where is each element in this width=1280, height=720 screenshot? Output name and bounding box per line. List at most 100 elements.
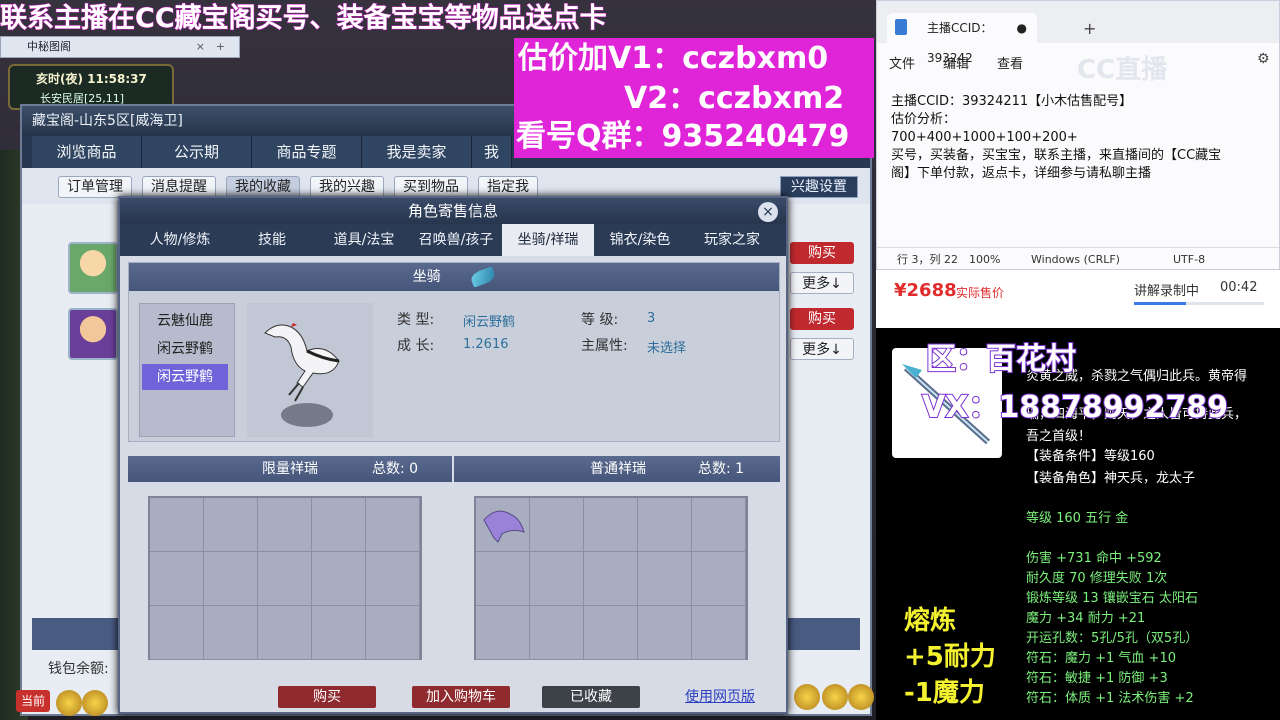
browser-tab[interactable]: 中秘图阁 × +: [0, 36, 240, 58]
emote-icon[interactable]: [56, 690, 82, 716]
menu-icon[interactable]: [848, 684, 874, 710]
avatar[interactable]: [68, 308, 118, 360]
dot-icon[interactable]: ●: [1017, 13, 1027, 43]
slot-cell[interactable]: [366, 552, 420, 606]
slot-cell[interactable]: [638, 552, 692, 606]
subtab-assigned[interactable]: 指定我: [478, 176, 538, 198]
current-channel-button[interactable]: 当前: [16, 690, 50, 712]
buy-button[interactable]: 购买: [790, 308, 854, 330]
tab-mine[interactable]: 我: [472, 136, 512, 168]
slot-cell[interactable]: [366, 498, 420, 552]
slot-cell[interactable]: [530, 606, 584, 660]
slot-cell[interactable]: [476, 498, 530, 552]
slot-cell[interactable]: [312, 552, 366, 606]
menu-file[interactable]: 文件: [889, 53, 915, 72]
tab-home[interactable]: 玩家之家: [686, 224, 778, 256]
main-attr-label: 主属性:: [581, 338, 628, 354]
slot-cell[interactable]: [258, 606, 312, 660]
subtab-messages[interactable]: 消息提醒: [142, 176, 216, 198]
new-tab-icon[interactable]: +: [1083, 19, 1096, 38]
melt-stat: +5耐力: [904, 642, 996, 672]
price-label: 实际售价: [956, 286, 1005, 300]
slot-cell[interactable]: [692, 498, 746, 552]
mount-item[interactable]: 云魅仙鹿: [142, 308, 228, 334]
slot-cell[interactable]: [530, 498, 584, 552]
mount-list: 云魅仙鹿 闲云野鹤 闲云野鹤: [139, 303, 235, 437]
slot-cell[interactable]: [638, 606, 692, 660]
record-label: 讲解录制中: [1134, 284, 1200, 299]
level-value: 3: [647, 311, 656, 326]
role-info-modal: 角色寄售信息 × 人物/修炼 技能 道具/法宝 召唤兽/孩子 坐骑/祥瑞 锦衣/…: [118, 196, 788, 714]
tab-mounts[interactable]: 坐骑/祥瑞: [502, 224, 594, 256]
stat-line: 魔力 +34 耐力 +21: [1026, 611, 1146, 626]
menu-icon[interactable]: [822, 684, 848, 710]
menu-edit[interactable]: 编辑: [943, 53, 969, 72]
record-progress-fill: [1134, 302, 1186, 305]
slot-cell[interactable]: [150, 498, 204, 552]
tab-topics[interactable]: 商品专题: [252, 136, 362, 168]
slot-cell[interactable]: [258, 552, 312, 606]
mount-item[interactable]: 闲云野鹤: [142, 336, 228, 362]
more-button[interactable]: 更多↓: [790, 338, 854, 360]
slot-cell[interactable]: [692, 552, 746, 606]
avatar[interactable]: [68, 242, 118, 294]
slot-cell[interactable]: [204, 498, 258, 552]
mount-item[interactable]: 闲云野鹤: [142, 364, 228, 390]
tab-skills[interactable]: 技能: [226, 224, 318, 256]
interest-settings-button[interactable]: 兴趣设置: [780, 176, 858, 198]
melt-stat: -1魔力: [904, 678, 985, 708]
tab-character[interactable]: 人物/修炼: [134, 224, 226, 256]
slot-cell[interactable]: [692, 606, 746, 660]
tab-items[interactable]: 道具/法宝: [318, 224, 410, 256]
stat-line: 符石：体质 +1 法术伤害 +2: [1026, 691, 1194, 706]
menu-icon[interactable]: [794, 684, 820, 710]
more-button[interactable]: 更多↓: [790, 272, 854, 294]
stat-line: 耐久度 70 修理失败 1次: [1026, 571, 1168, 586]
slot-cell[interactable]: [258, 498, 312, 552]
smile-icon[interactable]: [82, 690, 108, 716]
tab-label: 中秘图阁: [27, 40, 71, 53]
notepad-body[interactable]: 主播CCID：39324211【小木估售配号】 估价分析： 700+400+10…: [891, 93, 1271, 183]
slot-cell[interactable]: [204, 552, 258, 606]
use-web-link[interactable]: 使用网页版: [680, 686, 760, 708]
slot-cell[interactable]: [204, 606, 258, 660]
slot-cell[interactable]: [312, 606, 366, 660]
contact-line-1: 估价加V1：cczbxm0: [518, 41, 829, 76]
tab-close-icon[interactable]: ×: [196, 37, 205, 57]
tab-seller[interactable]: 我是卖家: [362, 136, 472, 168]
game-window: 中秘图阁 × + 亥时(夜) 11:58:37 长安民居[25,11] 藏宝阁-…: [0, 0, 876, 720]
new-tab-icon[interactable]: +: [216, 37, 225, 57]
slot-cell[interactable]: [584, 606, 638, 660]
add-to-cart-button[interactable]: 加入购物车: [412, 686, 510, 708]
gear-icon[interactable]: ⚙: [1257, 51, 1270, 67]
price-strip: ¥2688 实际售价 讲解录制中 00:42: [876, 270, 1280, 328]
slot-cell[interactable]: [476, 606, 530, 660]
slot-cell[interactable]: [150, 606, 204, 660]
slot-cell[interactable]: [476, 552, 530, 606]
menu-view[interactable]: 查看: [997, 53, 1023, 72]
buy-button[interactable]: 购买: [278, 686, 376, 708]
slot-cell[interactable]: [150, 552, 204, 606]
slot-cell[interactable]: [584, 552, 638, 606]
tab-outfits[interactable]: 锦衣/染色: [594, 224, 686, 256]
subtab-favorites[interactable]: 我的收藏: [226, 176, 300, 198]
slot-cell[interactable]: [584, 498, 638, 552]
subtab-bought[interactable]: 买到物品: [394, 176, 468, 198]
tab-public[interactable]: 公示期: [142, 136, 252, 168]
contact-line-2: V2：cczbxm2: [624, 81, 845, 116]
buy-button[interactable]: 购买: [790, 242, 854, 264]
stat-line: 等级 160 五行 金: [1026, 511, 1129, 526]
favorited-button[interactable]: 已收藏: [542, 686, 640, 708]
normal-grid: [474, 496, 748, 660]
slot-cell[interactable]: [366, 606, 420, 660]
close-icon[interactable]: ×: [758, 202, 778, 222]
slot-cell[interactable]: [530, 552, 584, 606]
slot-cell[interactable]: [312, 498, 366, 552]
notepad-tab[interactable]: 主播CCID：393242 ●: [887, 13, 1037, 65]
text-line: 估价分析：: [891, 112, 957, 127]
tab-browse[interactable]: 浏览商品: [32, 136, 142, 168]
slot-cell[interactable]: [638, 498, 692, 552]
subtab-interests[interactable]: 我的兴趣: [310, 176, 384, 198]
subtab-orders[interactable]: 订单管理: [58, 176, 132, 198]
tab-pets[interactable]: 召唤兽/孩子: [410, 224, 502, 256]
